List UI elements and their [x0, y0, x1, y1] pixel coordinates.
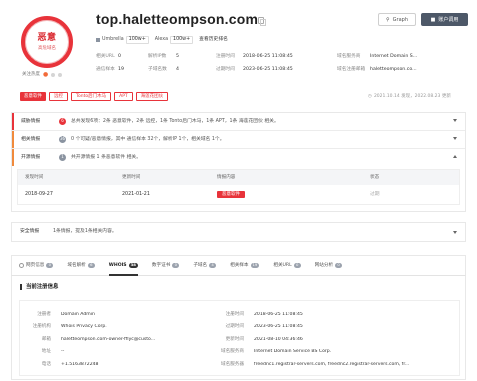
heat-dot-icon	[58, 73, 63, 77]
follow-heat: 关注热度 ●	[22, 71, 63, 78]
table-row: 邮箱 haletteompson.com-owner-fflyc@custo..…	[41, 336, 303, 342]
globe-icon	[19, 263, 24, 268]
tag-remote-control[interactable]: 远控	[49, 92, 68, 101]
intel-panel: 威胁情报 6 总共发现6项：2条 恶意软件，2条 远控，1条 Tonto后门木马…	[11, 112, 466, 212]
account-icon: ■	[430, 16, 436, 23]
tab-site-analysis[interactable]: 网站分析 0	[315, 256, 343, 275]
risk-row-related[interactable]: 相关情报 36 0 个可疑/恶意情报，其中 通信样本 32个，解析IP 1个，相…	[12, 131, 465, 148]
domain-title: top.haletteompson.com	[96, 11, 259, 27]
risk-row-opensource[interactable]: 开源情报 1 共开源情报 1 条恶意软件 相关。	[12, 149, 465, 166]
tab-webpage[interactable]: 网页信息 0	[19, 256, 54, 275]
tab-whois[interactable]: WHOIS 38	[108, 256, 139, 276]
tab-subdomain[interactable]: 子域名 4	[193, 256, 217, 275]
follow-label: 关注热度	[22, 72, 40, 78]
chevron-down-icon[interactable]	[453, 137, 457, 140]
graph-button[interactable]: ⚲ Graph	[378, 13, 416, 26]
tag-oceanlotus[interactable]: 海莲花团伙	[135, 92, 169, 101]
whois-panel: 当前注册信息 注册者 Domain Admin 注册时间 2018-06-25 …	[11, 276, 466, 380]
table-row: 注册者 Domain Admin 注册时间 2018-06-25 11:08:4…	[37, 311, 303, 317]
seal-subtitle: 高危域名	[38, 45, 56, 51]
info-row: 相关URL 0 解析IP数 5 注册时间 2018-06-25 11:08:45…	[96, 53, 418, 59]
domain-info-grid: 相关URL 0 解析IP数 5 注册时间 2018-06-25 11:08:45…	[96, 50, 468, 76]
tab-urls[interactable]: 相关URL 0	[273, 256, 301, 275]
detail-tabs: 网页信息 0 域名解析 6 WHOIS 38 数字证书 0 子域名 4 相关样本…	[11, 255, 466, 276]
tag-apt[interactable]: APT	[114, 92, 133, 101]
fire-icon: ●	[43, 71, 49, 78]
update-time: ◷ 2021.10.14 发现，2022.08.23 更新	[368, 94, 451, 99]
alexa-rank: Alexa 100w+	[155, 36, 194, 44]
tab-certificate[interactable]: 数字证书 0	[152, 256, 180, 275]
tab-samples[interactable]: 相关样本 19	[230, 256, 260, 275]
risk-row-threat[interactable]: 威胁情报 6 总共发现6项：2条 恶意软件，2条 远控，1条 Tonto后门木马…	[12, 113, 465, 130]
whois-table: 注册者 Domain Admin 注册时间 2018-06-25 11:08:4…	[19, 300, 460, 376]
tag-malware[interactable]: 恶意软件	[20, 92, 46, 101]
table-header: 发现时间 更新时间 情报内容 状态	[18, 170, 459, 185]
opensource-table: 发现时间 更新时间 情报内容 状态 2018-09-27 2021-01-21 …	[17, 169, 460, 205]
table-row: 电话 +1.5163872248 域名服务器 freednc1.registra…	[41, 361, 410, 367]
chevron-up-icon[interactable]	[453, 155, 457, 158]
table-row: 注册机构 Whois Privacy Corp. 过期时间 2023-06-25…	[32, 324, 303, 329]
copy-icon[interactable]	[258, 17, 266, 26]
intel-tag[interactable]: 恶意软件	[217, 190, 245, 199]
chart-icon	[96, 37, 100, 42]
status-badge: 过期	[370, 191, 380, 197]
security-intel-row[interactable]: 安全情报 1条情报，提及1条相关内容。	[11, 222, 466, 242]
tag-tonto[interactable]: Tonto后门木马	[71, 92, 112, 101]
domain-header: 恶意 高危域名 关注热度 ● top.haletteompson.com ⚲ G…	[0, 0, 477, 84]
chevron-down-icon[interactable]	[453, 231, 457, 234]
tag-list: 恶意软件 远控 Tonto后门木马 APT 海莲花团伙	[20, 92, 169, 101]
heat-dot-icon	[51, 73, 56, 77]
tab-dns[interactable]: 域名解析 6	[67, 256, 95, 275]
malicious-seal: 恶意 高危域名	[21, 16, 73, 68]
seal-verdict: 恶意	[37, 32, 57, 43]
section-title: 当前注册信息	[20, 284, 58, 290]
clock-icon: ◷	[368, 94, 372, 99]
umbrella-rank: Umbrella 100w+	[96, 36, 149, 44]
info-row: 通信样本 19 子域名数 4 过期时间 2023-06-25 11:08:45 …	[96, 66, 417, 72]
table-row: 2018-09-27 2021-01-21 恶意软件 过期	[18, 185, 459, 204]
rank-bar: Umbrella 100w+ Alexa 100w+ 查看历史排名	[96, 36, 228, 44]
history-rank-link[interactable]: 查看历史排名	[199, 37, 228, 43]
account-call-button[interactable]: ■ 账户调用	[421, 13, 468, 26]
table-row: 地址 -- 域名服务商 Internet Domain Service BS C…	[41, 349, 332, 354]
chevron-down-icon[interactable]	[453, 119, 457, 122]
graph-icon: ⚲	[385, 16, 390, 23]
